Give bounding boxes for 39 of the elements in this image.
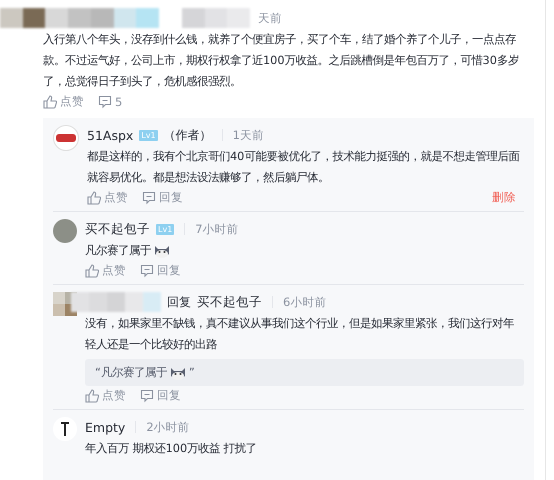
- thumbs-up-icon: [85, 388, 99, 402]
- thumbs-up-icon: [85, 264, 99, 278]
- comment-time: 天前: [258, 10, 282, 26]
- comment-icon: [98, 94, 112, 108]
- reply-text: 年入百万 期权还100万收益 打扰了: [85, 441, 258, 457]
- reply-text: 都是这样的，我有个北京哥们40可能要被优化了，技术能力挺强的，就是不想走管理后面就容易优化。都是想法设法赚够了，然后躺尸体。: [87, 149, 520, 186]
- like-button[interactable]: 点赞: [87, 190, 128, 205]
- reply-time: 7小时前: [195, 222, 239, 236]
- username[interactable]: 51Aspx: [87, 128, 134, 142]
- reply-label: 回复: [167, 294, 191, 310]
- author-tag: （作者）: [164, 126, 212, 144]
- comment-text: 入行第八个年头，没存到什么钱，就养了个便宜房子，买了个车，结了婚个养了个儿子，一点点存款。不过运气好，公司上市，期权行权拿了近100万收益。之后跳槽倒是年包百万了，可惜30多岁了，总觉得日子到头了，危机感很强烈。: [43, 32, 520, 90]
- reply-count-button[interactable]: 5: [98, 94, 122, 108]
- reply-button[interactable]: 回复: [140, 263, 181, 278]
- reply-to-username[interactable]: 买不起包子: [197, 294, 262, 310]
- like-button[interactable]: 点赞: [85, 388, 126, 403]
- level-badge: Lv1: [156, 224, 174, 234]
- comment-icon: [140, 388, 154, 402]
- reply-time: 2小时前: [146, 420, 190, 434]
- comment-icon: [142, 190, 156, 204]
- thumbs-up-icon: [87, 190, 101, 204]
- reply-text: 凡尔赛了属于: [85, 240, 524, 261]
- delete-button[interactable]: 删除: [492, 190, 516, 205]
- like-button[interactable]: 点赞: [85, 263, 126, 278]
- avatar-photo-placeholder: [53, 219, 77, 243]
- reply-text: 没有，如果家里不缺钱，真不建议从事我们这个行业，但是如果家里紧张，我们这行对年轻人还是一个比较好的出路: [85, 316, 515, 353]
- reply-button[interactable]: 回复: [142, 190, 183, 205]
- level-badge: Lv1: [139, 130, 158, 140]
- reply-time: 1天前: [232, 128, 264, 142]
- logo-avatar: [53, 125, 79, 151]
- figure-avatar: [53, 417, 77, 441]
- thumbs-up-icon: [43, 94, 57, 108]
- comment-icon: [140, 264, 154, 278]
- reply-time: 6小时前: [283, 294, 326, 310]
- reply-button[interactable]: 回复: [140, 388, 181, 403]
- like-button[interactable]: 点赞: [43, 94, 84, 109]
- username[interactable]: Empty: [85, 420, 126, 434]
- quoted-reply: “凡尔赛了属于 ”: [85, 359, 524, 386]
- username[interactable]: 买不起包子: [85, 220, 150, 238]
